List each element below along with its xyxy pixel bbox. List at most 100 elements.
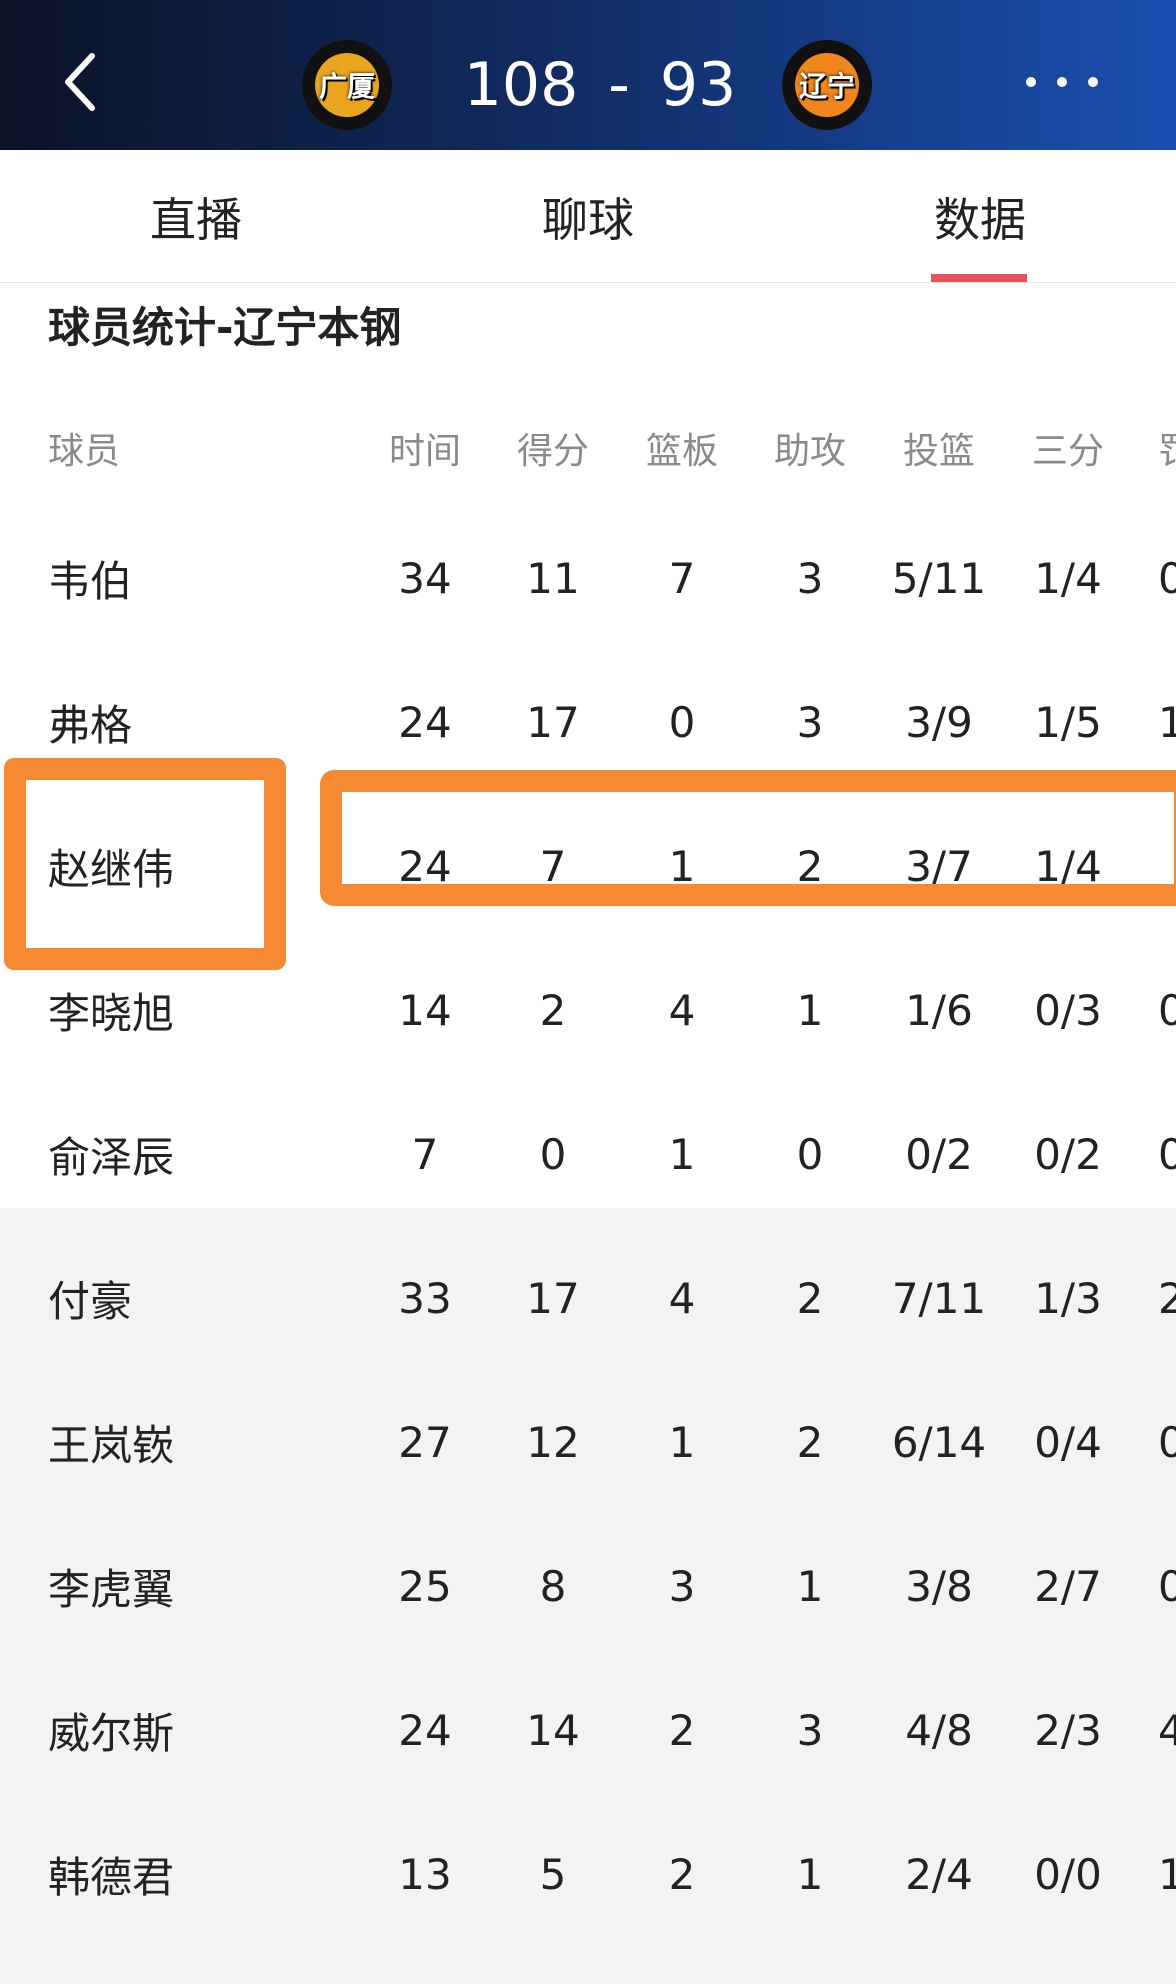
- tab-stats[interactable]: 数据: [880, 184, 1080, 250]
- cell-free-throws: 0: [1158, 1417, 1176, 1467]
- cell-rebounds: 2: [668, 1705, 696, 1755]
- column-header-assists[interactable]: 助攻: [760, 390, 860, 506]
- cell-minutes: 25: [398, 1561, 452, 1611]
- table-row[interactable]: 俞泽辰 7 0 1 0 0/2 0/2 0: [0, 1082, 1176, 1226]
- cell-rebounds: 4: [668, 1273, 696, 1323]
- cell-field-goals: 3/7: [905, 841, 973, 891]
- cell-player-name: 李晓旭: [48, 988, 175, 1038]
- cell-free-throws: 2: [1158, 1273, 1176, 1323]
- cell-points: 11: [526, 553, 580, 603]
- cell-player-name: 俞泽辰: [48, 1132, 175, 1182]
- cell-minutes: 34: [398, 553, 452, 603]
- table-row[interactable]: 弗格 24 17 0 3 3/9 1/5 10: [0, 650, 1176, 794]
- table-row[interactable]: 韦伯 34 11 7 3 5/11 1/4 0: [0, 506, 1176, 650]
- more-dot-icon: [1057, 77, 1067, 87]
- cell-free-throws: 4: [1158, 1705, 1176, 1755]
- cell-three-pointers: 0/0: [1034, 1849, 1102, 1899]
- cell-three-pointers: 2/3: [1034, 1705, 1102, 1755]
- cell-minutes: 14: [398, 985, 452, 1035]
- cell-three-pointers: 2/7: [1034, 1561, 1102, 1611]
- cell-assists: 3: [796, 553, 824, 603]
- cell-assists: 2: [796, 1417, 824, 1467]
- cell-free-throws: 0: [1158, 553, 1176, 603]
- cell-rebounds: 1: [668, 841, 696, 891]
- cell-rebounds: 7: [668, 553, 696, 603]
- more-dot-icon: [1026, 77, 1036, 87]
- cell-assists: 3: [796, 1705, 824, 1755]
- tab-live[interactable]: 直播: [96, 184, 296, 250]
- cell-field-goals: 7/11: [891, 1273, 987, 1323]
- cell-three-pointers: 1/3: [1034, 1273, 1102, 1323]
- column-header-minutes[interactable]: 时间: [375, 390, 475, 506]
- cell-assists: 2: [796, 841, 824, 891]
- table-row[interactable]: 王岚嵚 27 12 1 2 6/14 0/4 0: [0, 1370, 1176, 1514]
- cell-field-goals: 2/4: [905, 1849, 973, 1899]
- table-row[interactable]: 韩德君 13 5 2 1 2/4 0/0 1: [0, 1802, 1176, 1946]
- cell-points: 5: [539, 1849, 567, 1899]
- cell-assists: 1: [796, 1561, 824, 1611]
- cell-assists: 3: [796, 697, 824, 747]
- cell-free-throws: [1158, 794, 1176, 938]
- chevron-left-icon: [65, 53, 95, 111]
- cell-field-goals: 3/8: [905, 1561, 973, 1611]
- tab-chat[interactable]: 聊球: [488, 184, 688, 250]
- column-header-three-pointers[interactable]: 三分: [1008, 390, 1128, 506]
- score-separator: -: [608, 50, 630, 120]
- more-options-button[interactable]: [1026, 60, 1098, 104]
- column-header-rebounds[interactable]: 篮板: [632, 390, 732, 506]
- table-row[interactable]: 威尔斯 24 14 2 3 4/8 2/3 4: [0, 1658, 1176, 1802]
- away-team-logo[interactable]: 辽宁: [782, 40, 872, 130]
- cell-points: 2: [539, 985, 567, 1035]
- cell-player-name: 威尔斯: [48, 1708, 175, 1758]
- section-title: 球员统计-辽宁本钢: [48, 303, 402, 352]
- cell-field-goals: 3/9: [905, 697, 973, 747]
- cell-free-throws: 10: [1158, 697, 1176, 747]
- cell-field-goals: 0/2: [905, 1129, 973, 1179]
- cell-player-name: 王岚嵚: [48, 1420, 175, 1470]
- cell-field-goals: 1/6: [905, 985, 973, 1035]
- scoreline: 108 - 93: [450, 40, 750, 130]
- cell-player-name: 李虎翼: [48, 1564, 175, 1614]
- column-header-points[interactable]: 得分: [503, 390, 603, 506]
- cell-free-throws: 0: [1158, 1129, 1176, 1179]
- column-header-field-goals[interactable]: 投篮: [879, 390, 999, 506]
- cell-points: 7: [539, 841, 567, 891]
- cell-free-throws: 0: [1158, 1561, 1176, 1611]
- cell-three-pointers: 1/4: [1034, 841, 1102, 891]
- cell-points: 8: [539, 1561, 567, 1611]
- cell-assists: 2: [796, 1273, 824, 1323]
- cell-free-throws: 0: [1158, 985, 1176, 1035]
- column-header-free-throws[interactable]: 罚: [1158, 390, 1176, 506]
- cell-minutes: 33: [398, 1273, 452, 1323]
- table-row[interactable]: 付豪 33 17 4 2 7/11 1/3 2: [0, 1226, 1176, 1370]
- table-row[interactable]: 李虎翼 25 8 3 1 3/8 2/7 0: [0, 1514, 1176, 1658]
- cell-field-goals: 5/11: [891, 553, 987, 603]
- cell-points: 12: [526, 1417, 580, 1467]
- cell-minutes: 13: [398, 1849, 452, 1899]
- away-team-logo-text: 辽宁: [795, 53, 859, 117]
- cell-player-name: 赵继伟: [48, 844, 175, 894]
- table-row[interactable]: 赵继伟 24 7 1 2 3/7 1/4: [0, 794, 1176, 938]
- cell-free-throws: 1: [1158, 1849, 1176, 1899]
- cell-field-goals: 4/8: [905, 1705, 973, 1755]
- cell-field-goals: 6/14: [891, 1417, 987, 1467]
- active-tab-indicator: [931, 274, 1027, 282]
- column-header-player[interactable]: 球员: [48, 390, 348, 506]
- cell-rebounds: 1: [668, 1129, 696, 1179]
- cell-assists: 0: [796, 1129, 824, 1179]
- cell-assists: 1: [796, 985, 824, 1035]
- cell-player-name: 韦伯: [48, 556, 133, 606]
- cell-minutes: 24: [398, 697, 452, 747]
- cell-rebounds: 3: [668, 1561, 696, 1611]
- cell-three-pointers: 0/2: [1034, 1129, 1102, 1179]
- table-header-row: 球员 时间 得分 篮板 助攻 投篮 三分 罚: [0, 390, 1176, 506]
- cell-points: 17: [526, 697, 580, 747]
- player-stats-table: 球员 时间 得分 篮板 助攻 投篮 三分 罚 韦伯3411735/111/40弗…: [0, 390, 1176, 1946]
- home-team-logo[interactable]: 广厦: [302, 40, 392, 130]
- more-dot-icon: [1088, 77, 1098, 87]
- cell-assists: 1: [796, 1849, 824, 1899]
- table-row[interactable]: 李晓旭 14 2 4 1 1/6 0/3 0: [0, 938, 1176, 1082]
- cell-minutes: 24: [398, 1705, 452, 1755]
- cell-rebounds: 4: [668, 985, 696, 1035]
- back-button[interactable]: [48, 42, 112, 122]
